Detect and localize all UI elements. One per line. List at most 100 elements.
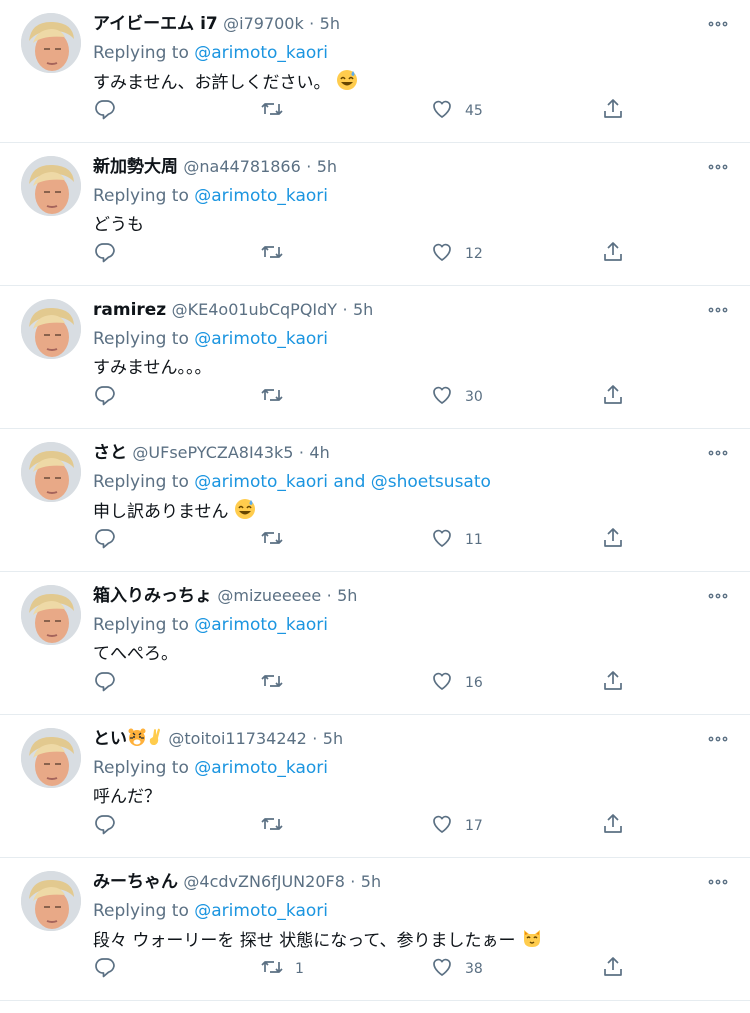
display-name[interactable]: 箱入りみっちょ	[93, 586, 212, 606]
like-button[interactable]: 45	[430, 94, 483, 128]
reply-icon	[93, 526, 117, 554]
avatar[interactable]	[21, 871, 81, 931]
like-button[interactable]: 38	[430, 952, 483, 986]
heart-icon	[430, 669, 454, 697]
more-icon[interactable]	[706, 441, 730, 465]
display-name[interactable]: 新加勢大周	[93, 157, 178, 177]
retweet-button[interactable]	[260, 380, 295, 414]
replying-to: Replying to @arimoto_kaori	[93, 41, 328, 65]
display-name[interactable]: さと	[93, 443, 127, 463]
like-button[interactable]: 16	[430, 666, 483, 700]
display-name[interactable]: みーちゃん	[93, 872, 178, 892]
tweet-text-content: どうも	[93, 215, 144, 235]
tweet[interactable]: みーちゃん @4cdvZN6fJUN20F8 · 5h Replying to …	[0, 858, 750, 1001]
reply-icon	[93, 240, 117, 268]
reply-button[interactable]	[93, 666, 128, 700]
share-button[interactable]	[601, 94, 625, 128]
tweet-text-content: 段々 ウォーリーを 探せ 状態になって、参りましたぁー	[93, 931, 516, 951]
tweet[interactable]: とい @toitoi11734242 · 5h Replying to @ari…	[0, 715, 750, 858]
user-handle[interactable]: @4cdvZN6fJUN20F8	[183, 872, 344, 891]
retweet-button[interactable]	[260, 809, 295, 843]
timestamp[interactable]: 5h	[337, 586, 357, 605]
separator-dot: ·	[342, 300, 348, 319]
avatar[interactable]	[21, 442, 81, 502]
reply-button[interactable]	[93, 809, 128, 843]
timestamp[interactable]: 5h	[320, 14, 340, 33]
reply-button[interactable]	[93, 952, 128, 986]
reply-button[interactable]	[93, 94, 128, 128]
more-icon[interactable]	[706, 298, 730, 322]
share-button[interactable]	[601, 380, 625, 414]
display-name[interactable]: ramirez	[93, 300, 166, 320]
user-handle[interactable]: @i79700k	[223, 14, 304, 33]
retweet-button[interactable]	[260, 94, 295, 128]
timestamp[interactable]: 5h	[353, 300, 373, 319]
like-button[interactable]: 17	[430, 809, 483, 843]
like-button[interactable]: 11	[430, 523, 483, 557]
timestamp[interactable]: 5h	[361, 872, 381, 891]
more-icon[interactable]	[706, 155, 730, 179]
share-button[interactable]	[601, 952, 625, 986]
replying-to: Replying to @arimoto_kaori	[93, 899, 328, 923]
tweet-text-content: すみません。。。	[93, 358, 212, 378]
like-count: 38	[465, 961, 483, 977]
timestamp[interactable]: 5h	[317, 157, 337, 176]
user-handle[interactable]: @mizueeeee	[217, 586, 321, 605]
heart-icon	[430, 812, 454, 840]
retweet-button[interactable]	[260, 237, 295, 271]
more-icon[interactable]	[706, 727, 730, 751]
display-name[interactable]: アイビーエム i7	[93, 14, 218, 34]
tweet[interactable]: 新加勢大周 @na44781866 · 5h Replying to @arim…	[0, 143, 750, 286]
tweet-header: 新加勢大周 @na44781866 · 5h	[93, 155, 690, 179]
mention-link[interactable]: @arimoto_kaori	[194, 43, 328, 63]
reply-icon	[93, 812, 117, 840]
retweet-button[interactable]	[260, 523, 295, 557]
user-handle[interactable]: @na44781866	[183, 157, 300, 176]
timestamp[interactable]: 4h	[309, 443, 329, 462]
timestamp[interactable]: 5h	[323, 729, 343, 748]
avatar[interactable]	[21, 156, 81, 216]
share-button[interactable]	[601, 523, 625, 557]
user-handle[interactable]: @KE4o01ubCqPQIdY	[172, 300, 337, 319]
avatar[interactable]	[21, 299, 81, 359]
mention-link[interactable]: @arimoto_kaori	[194, 329, 328, 349]
avatar[interactable]	[21, 13, 81, 73]
share-icon	[601, 812, 625, 840]
share-button[interactable]	[601, 666, 625, 700]
mention-link[interactable]: @arimoto_kaori	[194, 615, 328, 635]
mention-link[interactable]: @arimoto_kaori and @shoetsusato	[194, 472, 491, 492]
like-button[interactable]: 30	[430, 380, 483, 414]
like-button[interactable]: 12	[430, 237, 483, 271]
separator-dot: ·	[298, 443, 304, 462]
share-icon	[601, 955, 625, 983]
mention-link[interactable]: @arimoto_kaori	[194, 901, 328, 921]
retweet-button[interactable]	[260, 666, 295, 700]
avatar[interactable]	[21, 585, 81, 645]
like-count: 12	[465, 246, 483, 262]
tweet[interactable]: 箱入りみっちょ @mizueeeee · 5h Replying to @ari…	[0, 572, 750, 715]
share-button[interactable]	[601, 809, 625, 843]
more-icon[interactable]	[706, 584, 730, 608]
user-handle[interactable]: @toitoi11734242	[168, 729, 306, 748]
more-icon[interactable]	[706, 870, 730, 894]
reply-button[interactable]	[93, 523, 128, 557]
tweet-text-content: 申し訳ありません	[93, 502, 229, 522]
reply-button[interactable]	[93, 237, 128, 271]
separator-dot: ·	[309, 14, 315, 33]
replying-to: Replying to @arimoto_kaori	[93, 327, 328, 351]
tweet[interactable]: ramirez @KE4o01ubCqPQIdY · 5h Replying t…	[0, 286, 750, 429]
more-icon[interactable]	[706, 12, 730, 36]
tweet-actions: 45	[93, 94, 633, 128]
reply-button[interactable]	[93, 380, 128, 414]
tweet[interactable]: さと @UFsePYCZA8I43k5 · 4h Replying to @ar…	[0, 429, 750, 572]
tweet[interactable]: アイビーエム i7 @i79700k · 5h Replying to @ari…	[0, 0, 750, 143]
display-name[interactable]: とい	[93, 729, 127, 749]
mention-link[interactable]: @arimoto_kaori	[194, 758, 328, 778]
share-icon	[601, 669, 625, 697]
avatar[interactable]	[21, 728, 81, 788]
user-handle[interactable]: @UFsePYCZA8I43k5	[132, 443, 293, 462]
share-button[interactable]	[601, 237, 625, 271]
retweet-button[interactable]: 1	[260, 952, 304, 986]
mention-link[interactable]: @arimoto_kaori	[194, 186, 328, 206]
replying-to: Replying to @arimoto_kaori	[93, 184, 328, 208]
